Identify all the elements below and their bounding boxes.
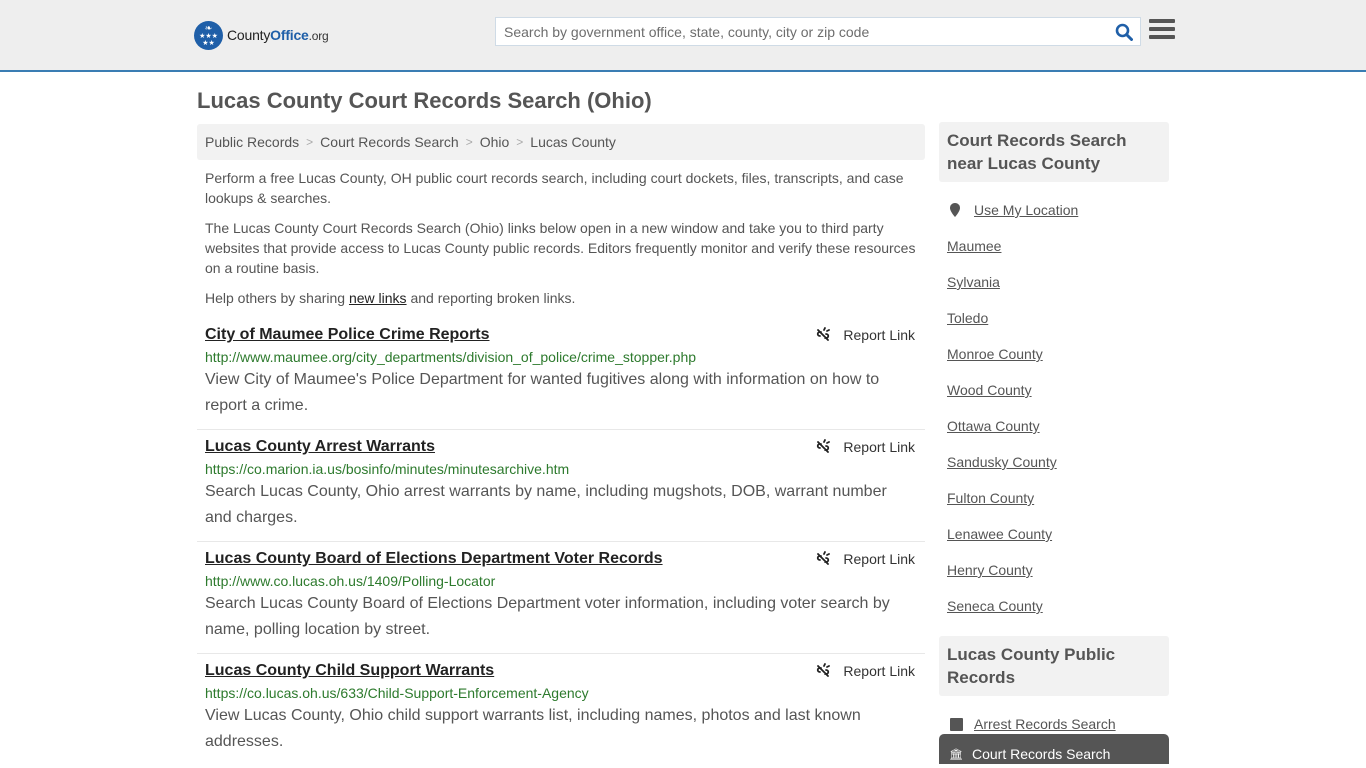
- intro-paragraph-1: Perform a free Lucas County, OH public c…: [205, 170, 904, 206]
- link-description: Search Lucas County Board of Elections D…: [205, 595, 890, 638]
- link-url: http://www.maumee.org/city_departments/d…: [205, 349, 697, 365]
- link-title[interactable]: Lucas County Child Support Warrants: [205, 660, 494, 682]
- breadcrumb-lucas-county[interactable]: Lucas County: [530, 134, 616, 150]
- breadcrumb-separator: >: [306, 135, 314, 149]
- intro-text: Perform a free Lucas County, OH public c…: [197, 160, 925, 308]
- nearby-item-monroe-county: Monroe County: [947, 336, 1161, 372]
- sidebar: Court Records Search near Lucas County U…: [939, 122, 1169, 764]
- link-title[interactable]: City of Maumee Police Crime Reports: [205, 324, 490, 346]
- report-link-button[interactable]: Report Link: [815, 551, 915, 567]
- link-description: Search Lucas County, Ohio arrest warrant…: [205, 483, 887, 526]
- nearby-link[interactable]: Fulton County: [947, 490, 1034, 506]
- public-records-heading: Lucas County Public Records: [939, 636, 1169, 696]
- nearby-link[interactable]: Monroe County: [947, 346, 1043, 362]
- main-content: Public Records > Court Records Search > …: [197, 124, 925, 765]
- breadcrumb-public-records[interactable]: Public Records: [205, 134, 299, 150]
- nearby-item-wood-county: Wood County: [947, 372, 1161, 408]
- broken-link-icon: [817, 327, 831, 341]
- link-item: Lucas County Arrest Warrants Report Link…: [197, 430, 925, 542]
- nearby-list: Use My Location Maumee Sylvania Toledo M…: [939, 182, 1169, 632]
- nearby-link[interactable]: Ottawa County: [947, 418, 1040, 434]
- nearby-item-ottawa-county: Ottawa County: [947, 408, 1161, 444]
- page-title: Lucas County Court Records Search (Ohio): [197, 88, 652, 113]
- nearby-link[interactable]: Lenawee County: [947, 526, 1052, 542]
- square-icon: [950, 717, 963, 731]
- search-bar: [495, 17, 1141, 46]
- link-item: Lucas County Board of Elections Departme…: [197, 542, 925, 654]
- nearby-item-sandusky-county: Sandusky County: [947, 444, 1161, 480]
- court-records-search-active-item[interactable]: 🏛 Court Records Search: [939, 734, 1169, 764]
- broken-link-icon: [817, 439, 831, 453]
- broken-link-icon: [817, 551, 831, 565]
- nearby-link[interactable]: Wood County: [947, 382, 1032, 398]
- intro-paragraph-3: Help others by sharing new links and rep…: [205, 290, 576, 306]
- search-icon: [1115, 23, 1133, 41]
- logo-text: CountyOffice.org: [227, 27, 329, 43]
- link-description: View Lucas County, Ohio child support wa…: [205, 707, 861, 750]
- link-title[interactable]: Lucas County Board of Elections Departme…: [205, 548, 663, 570]
- map-marker-icon: [950, 203, 960, 217]
- nearby-item-henry-county: Henry County: [947, 552, 1161, 588]
- new-links-link[interactable]: new links: [349, 290, 407, 306]
- nearby-item-toledo: Toledo: [947, 300, 1161, 336]
- link-url: http://www.co.lucas.oh.us/1409/Polling-L…: [205, 573, 496, 589]
- nearby-heading: Court Records Search near Lucas County: [939, 122, 1169, 182]
- report-link-button[interactable]: Report Link: [815, 439, 915, 455]
- nearby-link[interactable]: Maumee: [947, 238, 1001, 254]
- use-location-item: Use My Location: [947, 192, 1161, 228]
- breadcrumb-court-records-search[interactable]: Court Records Search: [320, 134, 459, 150]
- site-header: ❧ ★★★ ★★ CountyOffice.org: [0, 0, 1366, 72]
- link-url: https://co.marion.ia.us/bosinfo/minutes/…: [205, 461, 570, 477]
- hamburger-menu-icon[interactable]: [1149, 19, 1175, 43]
- breadcrumb: Public Records > Court Records Search > …: [197, 124, 925, 160]
- report-link-button[interactable]: Report Link: [815, 327, 915, 343]
- nearby-link[interactable]: Henry County: [947, 562, 1033, 578]
- nearby-item-fulton-county: Fulton County: [947, 480, 1161, 516]
- search-input[interactable]: [496, 18, 1108, 45]
- eagle-stars-logo-icon: ❧ ★★★ ★★: [194, 20, 223, 50]
- search-button[interactable]: [1108, 18, 1140, 45]
- nearby-item-lenawee-county: Lenawee County: [947, 516, 1161, 552]
- breadcrumb-ohio[interactable]: Ohio: [480, 134, 510, 150]
- nearby-item-seneca-county: Seneca County: [947, 588, 1161, 624]
- nearby-item-maumee: Maumee: [947, 228, 1161, 264]
- nearby-link[interactable]: Toledo: [947, 310, 988, 326]
- arrest-records-search-link[interactable]: Arrest Records Search: [974, 716, 1116, 732]
- breadcrumb-separator: >: [516, 135, 524, 149]
- nearby-item-sylvania: Sylvania: [947, 264, 1161, 300]
- link-item: Lucas County Child Support Warrants Repo…: [197, 654, 925, 765]
- link-list: City of Maumee Police Crime Reports Repo…: [197, 318, 925, 765]
- link-title[interactable]: Lucas County Arrest Warrants: [205, 436, 435, 458]
- link-description: View City of Maumee's Police Department …: [205, 371, 880, 414]
- link-url: https://co.lucas.oh.us/633/Child-Support…: [205, 685, 589, 701]
- intro-paragraph-2: The Lucas County Court Records Search (O…: [205, 220, 916, 276]
- bank-icon: 🏛: [949, 748, 963, 761]
- use-my-location-link[interactable]: Use My Location: [974, 202, 1078, 218]
- nearby-link[interactable]: Seneca County: [947, 598, 1043, 614]
- report-link-button[interactable]: Report Link: [815, 663, 915, 679]
- nearby-link[interactable]: Sylvania: [947, 274, 1000, 290]
- broken-link-icon: [817, 663, 831, 677]
- site-logo[interactable]: ❧ ★★★ ★★ CountyOffice.org: [194, 20, 329, 50]
- link-item: City of Maumee Police Crime Reports Repo…: [197, 318, 925, 430]
- nearby-link[interactable]: Sandusky County: [947, 454, 1057, 470]
- breadcrumb-separator: >: [465, 135, 473, 149]
